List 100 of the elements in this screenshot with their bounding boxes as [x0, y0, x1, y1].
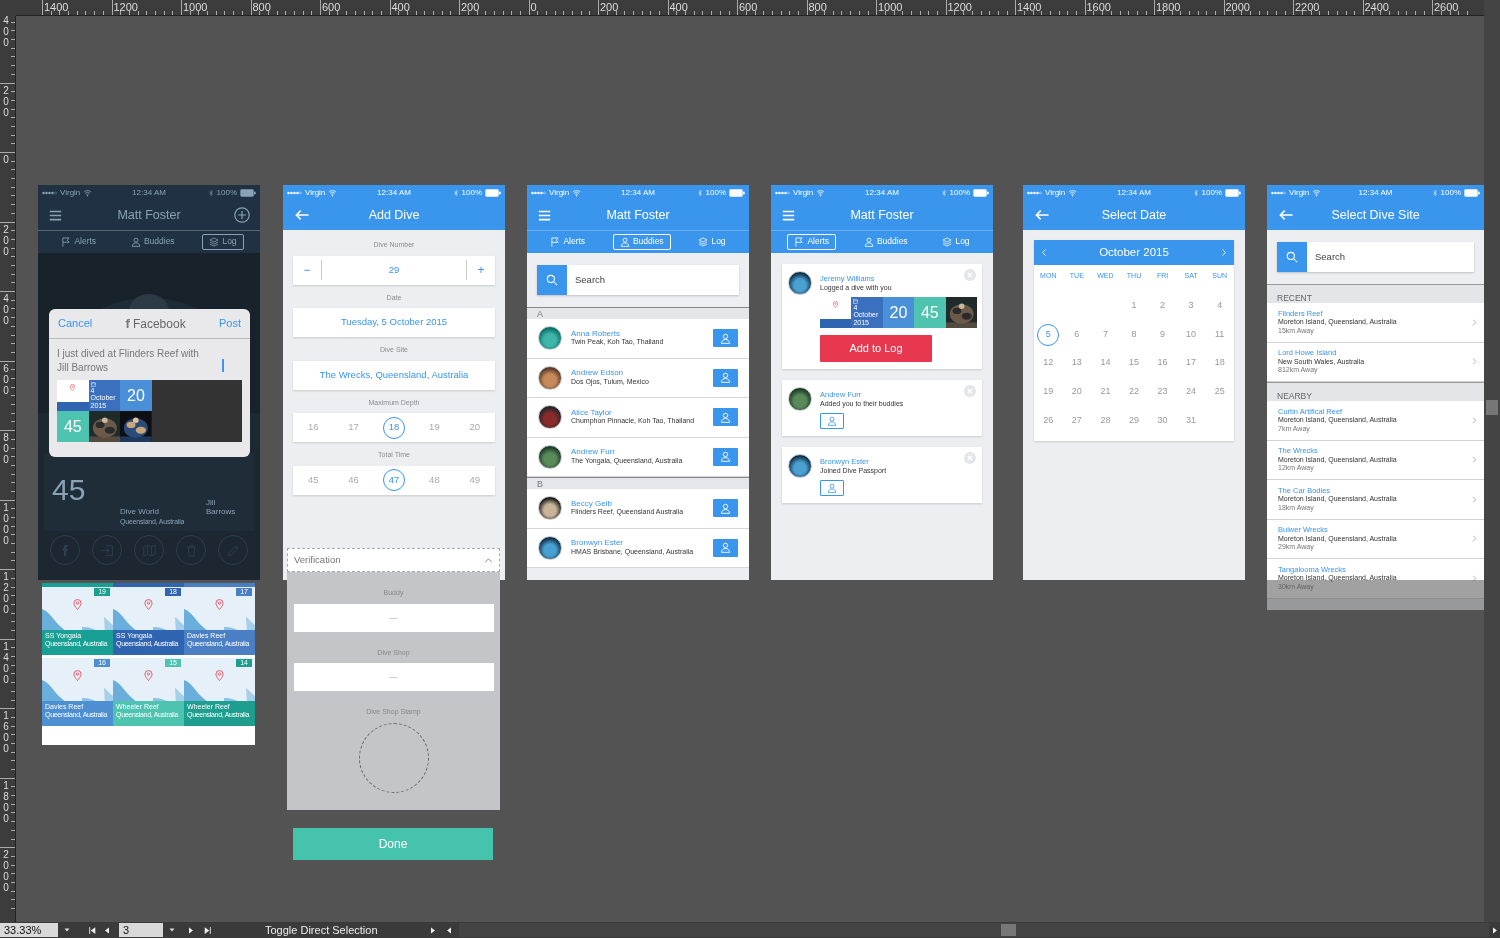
map-pin-icon [214, 669, 225, 682]
chevron-right-icon [1471, 534, 1478, 544]
calendar-day[interactable]: 31 [1180, 409, 1203, 432]
calendar-day[interactable]: 11 [1208, 323, 1231, 346]
calendar-day[interactable]: 17 [1180, 352, 1203, 375]
back-arrow-icon[interactable] [1277, 208, 1295, 222]
calendar-day[interactable]: 25 [1208, 380, 1231, 403]
artboard-field[interactable]: 3 [119, 923, 163, 937]
ruler-label: 0 [2, 154, 10, 165]
calendar-day[interactable]: 12 [1037, 352, 1060, 375]
menu-icon[interactable] [48, 208, 63, 222]
input-field[interactable]: — [293, 663, 494, 691]
vertical-scrollbar[interactable] [1484, 0, 1500, 922]
chevron-right-icon[interactable] [1220, 248, 1228, 257]
tab[interactable]: Alerts [54, 234, 104, 250]
ruler-label: 200 [2, 84, 10, 118]
calendar-day[interactable]: 24 [1180, 380, 1203, 403]
back-arrow-icon[interactable] [293, 208, 311, 222]
value-field[interactable]: Tuesday, 5 October 2015 [293, 308, 495, 337]
calendar-day[interactable]: 23 [1151, 380, 1174, 403]
calendar-day[interactable]: 4 [1208, 294, 1231, 317]
ruler-label: 600 [2, 362, 10, 396]
next-icon[interactable] [1491, 925, 1499, 935]
calendar-day[interactable]: 7 [1094, 323, 1117, 346]
calendar-day[interactable]: 30 [1151, 409, 1174, 432]
wifi-icon [816, 188, 826, 197]
calendar-day[interactable]: 13 [1065, 352, 1088, 375]
calendar-day[interactable]: 15 [1123, 352, 1145, 375]
clock-time: 12:34 AM [1358, 187, 1393, 197]
calendar-day[interactable]: 27 [1065, 409, 1088, 432]
calendar-day[interactable]: 19 [1037, 380, 1060, 403]
value-field[interactable]: The Wrecks, Queensland, Australia [293, 360, 495, 390]
previous-icon[interactable] [103, 925, 111, 935]
add-buddy-button[interactable] [820, 480, 844, 497]
add-to-log-button[interactable]: Add to Log [820, 335, 932, 363]
picker-option[interactable]: 19 [423, 416, 446, 439]
previous-icon[interactable] [445, 925, 453, 935]
plus-button[interactable]: + [467, 255, 495, 285]
calendar-day[interactable]: 28 [1094, 409, 1117, 432]
section-header[interactable]: Verification [287, 548, 500, 572]
picker-option[interactable]: 17 [342, 416, 365, 439]
calendar-day[interactable]: 21 [1094, 380, 1117, 403]
calendar-day[interactable]: 3 [1180, 294, 1203, 317]
tab[interactable]: Alerts [787, 234, 837, 250]
picker-option[interactable]: 49 [463, 469, 486, 491]
chevron-right-icon [1471, 357, 1478, 367]
person-icon [720, 332, 731, 344]
minus-button[interactable]: − [293, 255, 321, 285]
calendar-day[interactable]: 29 [1123, 409, 1145, 432]
calendar-day[interactable]: 26 [1037, 409, 1060, 432]
calendar-day[interactable]: 16 [1151, 352, 1174, 375]
horizontal-scrollbar[interactable] [459, 923, 1489, 937]
tab[interactable]: Buddies [612, 234, 671, 250]
zoom-field[interactable]: 33.33% [0, 923, 58, 937]
add-buddy-button[interactable] [713, 368, 738, 387]
calendar-day[interactable]: 8 [1123, 323, 1145, 346]
back-arrow-icon[interactable] [1033, 208, 1051, 222]
add-buddy-button[interactable] [713, 499, 738, 518]
next-icon[interactable] [187, 925, 195, 935]
add-icon[interactable] [234, 207, 250, 223]
avatar [538, 444, 562, 469]
calendar-day[interactable]: 22 [1123, 380, 1145, 403]
picker-option[interactable]: 16 [302, 416, 325, 439]
menu-icon[interactable] [537, 208, 552, 222]
tab[interactable]: Buddies [856, 234, 915, 250]
tile-title: Jill Barrows [206, 499, 236, 517]
ruler-label: 1400 [44, 1, 69, 13]
tab[interactable]: Log [691, 234, 733, 250]
calendar-day[interactable]: 10 [1180, 323, 1203, 346]
calendar-day[interactable]: 6 [1065, 323, 1088, 346]
add-buddy-button[interactable] [713, 447, 738, 466]
next-icon[interactable] [429, 925, 437, 935]
input-field[interactable]: — [293, 603, 494, 632]
calendar-day[interactable]: 2 [1151, 294, 1174, 317]
caret-icon [63, 926, 71, 934]
first-icon[interactable] [88, 925, 97, 935]
tab[interactable]: Log [202, 234, 244, 250]
add-buddy-button[interactable] [713, 538, 738, 557]
add-buddy-button[interactable] [713, 408, 738, 427]
add-buddy-button[interactable] [713, 329, 738, 348]
picker-option[interactable]: 45 [302, 469, 325, 491]
picker-option[interactable]: 48 [423, 469, 446, 491]
chevron-left-icon[interactable] [1040, 248, 1048, 257]
calendar-day[interactable]: 9 [1151, 323, 1174, 346]
trash-icon [184, 543, 198, 557]
calendar-day[interactable]: 20 [1065, 380, 1088, 403]
menu-icon[interactable] [781, 208, 796, 222]
calendar-day[interactable]: 14 [1094, 352, 1117, 375]
calendar-day[interactable]: 1 [1123, 294, 1145, 317]
tab[interactable]: Log [935, 234, 977, 250]
done-button[interactable]: Done [293, 828, 493, 860]
calendar-day[interactable]: 18 [1208, 352, 1231, 375]
tab[interactable]: Alerts [543, 234, 593, 250]
last-icon[interactable] [203, 925, 212, 935]
tab[interactable]: Buddies [123, 234, 182, 250]
picker-option[interactable]: 46 [342, 469, 365, 491]
ruler-label: 800 [808, 1, 827, 13]
tile-title: Dive World [120, 508, 159, 517]
picker-option[interactable]: 20 [463, 416, 486, 439]
add-buddy-button[interactable] [820, 413, 844, 430]
